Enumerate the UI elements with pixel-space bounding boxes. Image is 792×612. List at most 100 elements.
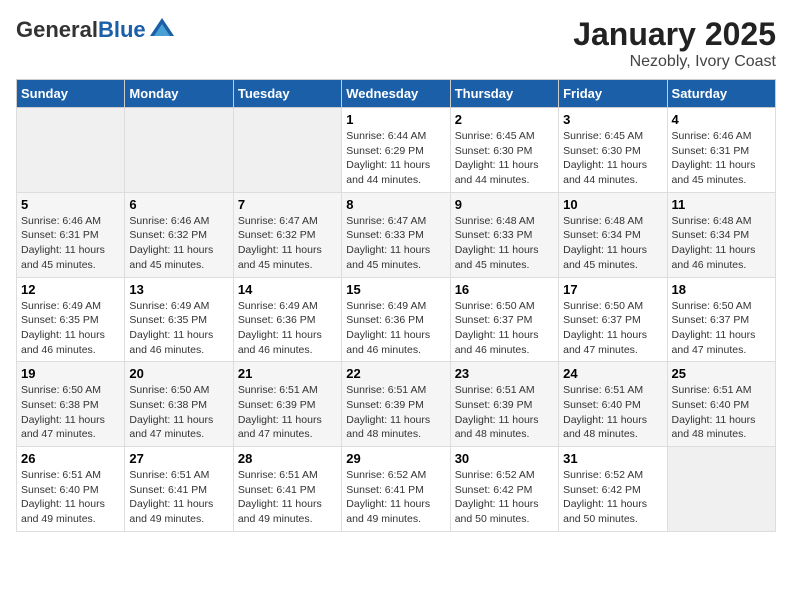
day-cell: 27Sunrise: 6:51 AMSunset: 6:41 PMDayligh…: [125, 447, 233, 532]
day-number: 9: [455, 197, 554, 212]
day-number: 7: [238, 197, 337, 212]
day-cell: 17 Sunrise: 6:50 AMSunset: 6:37 PMDayligh…: [559, 277, 667, 362]
day-info: Sunrise: 6:52 AMSunset: 6:42 PMDaylight:…: [563, 468, 662, 527]
week-row-3: 12 Sunrise: 6:49 AMSunset: 6:35 PMDayligh…: [17, 277, 776, 362]
page-subtitle: Nezobly, Ivory Coast: [573, 53, 776, 71]
day-info: Sunrise: 6:50 AMSunset: 6:37 PMDaylight:…: [563, 299, 662, 358]
day-number: 11: [672, 197, 771, 212]
day-info: Sunrise: 6:50 AMSunset: 6:37 PMDaylight:…: [455, 299, 554, 358]
day-cell: 6 Sunrise: 6:46 AMSunset: 6:32 PMDaylight…: [125, 192, 233, 277]
day-number: 28: [238, 451, 337, 466]
day-info: Sunrise: 6:50 AMSunset: 6:38 PMDaylight:…: [21, 383, 120, 442]
day-number: 30: [455, 451, 554, 466]
day-cell: 11 Sunrise: 6:48 AMSunset: 6:34 PMDayligh…: [667, 192, 775, 277]
day-number: 21: [238, 366, 337, 381]
day-cell: 13 Sunrise: 6:49 AMSunset: 6:35 PMDayligh…: [125, 277, 233, 362]
day-info: Sunrise: 6:45 AMSunset: 6:30 PMDaylight:…: [455, 129, 554, 188]
day-info: Sunrise: 6:51 AMSunset: 6:41 PMDaylight:…: [238, 468, 337, 527]
day-info: Sunrise: 6:48 AMSunset: 6:34 PMDaylight:…: [563, 214, 662, 273]
day-cell: [233, 108, 341, 193]
day-number: 19: [21, 366, 120, 381]
day-number: 16: [455, 282, 554, 297]
day-number: 22: [346, 366, 445, 381]
day-number: 17: [563, 282, 662, 297]
day-info: Sunrise: 6:51 AMSunset: 6:39 PMDaylight:…: [346, 383, 445, 442]
day-number: 15: [346, 282, 445, 297]
day-info: Sunrise: 6:45 AMSunset: 6:30 PMDaylight:…: [563, 129, 662, 188]
day-number: 26: [21, 451, 120, 466]
day-info: Sunrise: 6:47 AMSunset: 6:33 PMDaylight:…: [346, 214, 445, 273]
day-number: 8: [346, 197, 445, 212]
day-number: 5: [21, 197, 120, 212]
header-day-saturday: Saturday: [667, 80, 775, 108]
header-day-wednesday: Wednesday: [342, 80, 450, 108]
day-number: 23: [455, 366, 554, 381]
day-number: 31: [563, 451, 662, 466]
day-cell: 18 Sunrise: 6:50 AMSunset: 6:37 PMDayligh…: [667, 277, 775, 362]
day-info: Sunrise: 6:51 AMSunset: 6:39 PMDaylight:…: [455, 383, 554, 442]
header-row: SundayMondayTuesdayWednesdayThursdayFrid…: [17, 80, 776, 108]
day-info: Sunrise: 6:47 AMSunset: 6:32 PMDaylight:…: [238, 214, 337, 273]
day-number: 13: [129, 282, 228, 297]
calendar-table: SundayMondayTuesdayWednesdayThursdayFrid…: [16, 79, 776, 532]
day-cell: 14 Sunrise: 6:49 AMSunset: 6:36 PMDayligh…: [233, 277, 341, 362]
day-cell: [667, 447, 775, 532]
day-number: 24: [563, 366, 662, 381]
day-number: 2: [455, 112, 554, 127]
day-number: 29: [346, 451, 445, 466]
header-day-tuesday: Tuesday: [233, 80, 341, 108]
week-row-2: 5 Sunrise: 6:46 AMSunset: 6:31 PMDaylight…: [17, 192, 776, 277]
day-info: Sunrise: 6:46 AMSunset: 6:32 PMDaylight:…: [129, 214, 228, 273]
day-number: 25: [672, 366, 771, 381]
day-number: 12: [21, 282, 120, 297]
day-info: Sunrise: 6:50 AMSunset: 6:37 PMDaylight:…: [672, 299, 771, 358]
week-row-5: 26 Sunrise: 6:51 AMSunset: 6:40 PMDayligh…: [17, 447, 776, 532]
day-number: 18: [672, 282, 771, 297]
day-info: Sunrise: 6:50 AMSunset: 6:38 PMDaylight:…: [129, 383, 228, 442]
day-cell: 20 Sunrise: 6:50 AMSunset: 6:38 PMDayligh…: [125, 362, 233, 447]
day-info: Sunrise: 6:49 AMSunset: 6:35 PMDaylight:…: [129, 299, 228, 358]
day-cell: [17, 108, 125, 193]
header-day-sunday: Sunday: [17, 80, 125, 108]
day-cell: 4 Sunrise: 6:46 AMSunset: 6:31 PMDaylight…: [667, 108, 775, 193]
day-cell: 1 Sunrise: 6:44 AMSunset: 6:29 PMDaylight…: [342, 108, 450, 193]
day-cell: 21Sunrise: 6:51 AMSunset: 6:39 PMDayligh…: [233, 362, 341, 447]
logo: GeneralBlue: [16, 16, 176, 44]
day-cell: 5 Sunrise: 6:46 AMSunset: 6:31 PMDaylight…: [17, 192, 125, 277]
day-cell: [125, 108, 233, 193]
day-number: 20: [129, 366, 228, 381]
day-info: Sunrise: 6:51 AMSunset: 6:40 PMDaylight:…: [563, 383, 662, 442]
day-number: 1: [346, 112, 445, 127]
logo-icon: [148, 16, 176, 44]
day-cell: 24 Sunrise: 6:51 AMSunset: 6:40 PMDayligh…: [559, 362, 667, 447]
day-cell: 29 Sunrise: 6:52 AMSunset: 6:41 PMDayligh…: [342, 447, 450, 532]
day-cell: 12Sunrise: 6:49 AMSunset: 6:35 PMDayligh…: [17, 277, 125, 362]
day-number: 10: [563, 197, 662, 212]
day-cell: 16 Sunrise: 6:50 AMSunset: 6:37 PMDayligh…: [450, 277, 558, 362]
day-cell: 22 Sunrise: 6:51 AMSunset: 6:39 PMDayligh…: [342, 362, 450, 447]
day-info: Sunrise: 6:44 AMSunset: 6:29 PMDaylight:…: [346, 129, 445, 188]
day-number: 4: [672, 112, 771, 127]
day-info: Sunrise: 6:52 AMSunset: 6:41 PMDaylight:…: [346, 468, 445, 527]
day-info: Sunrise: 6:51 AMSunset: 6:41 PMDaylight:…: [129, 468, 228, 527]
day-info: Sunrise: 6:46 AMSunset: 6:31 PMDaylight:…: [672, 129, 771, 188]
day-info: Sunrise: 6:46 AMSunset: 6:31 PMDaylight:…: [21, 214, 120, 273]
day-info: Sunrise: 6:48 AMSunset: 6:33 PMDaylight:…: [455, 214, 554, 273]
day-cell: 8 Sunrise: 6:47 AMSunset: 6:33 PMDaylight…: [342, 192, 450, 277]
logo-blue: Blue: [98, 17, 146, 42]
day-info: Sunrise: 6:52 AMSunset: 6:42 PMDaylight:…: [455, 468, 554, 527]
day-info: Sunrise: 6:48 AMSunset: 6:34 PMDaylight:…: [672, 214, 771, 273]
day-info: Sunrise: 6:51 AMSunset: 6:40 PMDaylight:…: [21, 468, 120, 527]
page-header: GeneralBlue January 2025 Nezobly, Ivory …: [16, 16, 776, 71]
day-cell: 28 Sunrise: 6:51 AMSunset: 6:41 PMDayligh…: [233, 447, 341, 532]
day-cell: 23 Sunrise: 6:51 AMSunset: 6:39 PMDayligh…: [450, 362, 558, 447]
week-row-4: 19 Sunrise: 6:50 AMSunset: 6:38 PMDayligh…: [17, 362, 776, 447]
day-cell: 2 Sunrise: 6:45 AMSunset: 6:30 PMDaylight…: [450, 108, 558, 193]
day-number: 6: [129, 197, 228, 212]
day-cell: 25Sunrise: 6:51 AMSunset: 6:40 PMDayligh…: [667, 362, 775, 447]
day-info: Sunrise: 6:49 AMSunset: 6:36 PMDaylight:…: [238, 299, 337, 358]
header-day-monday: Monday: [125, 80, 233, 108]
week-row-1: 1 Sunrise: 6:44 AMSunset: 6:29 PMDaylight…: [17, 108, 776, 193]
day-number: 14: [238, 282, 337, 297]
day-info: Sunrise: 6:49 AMSunset: 6:36 PMDaylight:…: [346, 299, 445, 358]
